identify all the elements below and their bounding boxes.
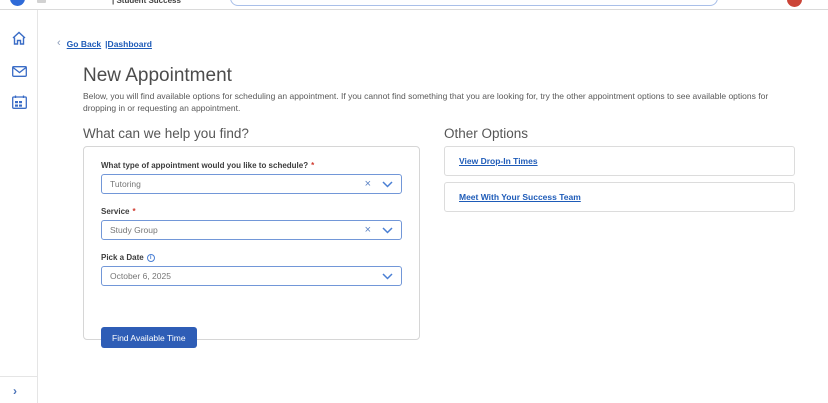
page-title: New Appointment — [83, 65, 232, 87]
chevron-down-icon[interactable] — [382, 227, 393, 234]
appointment-type-value: Tutoring — [110, 179, 365, 189]
date-value: October 6, 2025 — [110, 271, 382, 281]
required-marker: * — [311, 161, 314, 170]
home-icon — [11, 31, 27, 51]
required-marker: * — [132, 207, 135, 216]
breadcrumb: ‹ Go Back |Dashboard — [57, 38, 152, 49]
service-label: Service * — [101, 207, 402, 216]
dashboard-link[interactable]: |Dashboard — [105, 39, 152, 49]
clear-icon[interactable]: × — [365, 179, 371, 190]
mail-icon — [12, 64, 27, 82]
date-select[interactable]: October 6, 2025 — [101, 266, 402, 286]
topbar: | Student Success — [0, 0, 828, 10]
chevron-down-icon[interactable] — [382, 273, 393, 280]
chevron-down-icon[interactable] — [382, 181, 393, 188]
appointment-type-select[interactable]: Tutoring × — [101, 174, 402, 194]
other-options-heading: Other Options — [444, 126, 528, 141]
appointment-type-label: What type of appointment would you like … — [101, 161, 402, 170]
page-description: Below, you will find available options f… — [83, 90, 797, 114]
brand-label: | Student Success — [112, 0, 181, 5]
service-field: Service * Study Group × — [101, 207, 402, 240]
drop-in-times-card[interactable]: View Drop-In Times — [444, 146, 795, 176]
sidebar-item-messages[interactable] — [10, 64, 28, 82]
clear-icon[interactable]: × — [365, 225, 371, 236]
chevron-right-icon: › — [13, 385, 17, 397]
app-logo-icon[interactable] — [10, 0, 25, 6]
appointment-form-card: What type of appointment would you like … — [83, 146, 420, 340]
info-icon[interactable]: i — [147, 254, 155, 262]
find-available-time-button[interactable]: Find Available Time — [101, 327, 197, 348]
go-back-link[interactable]: Go Back — [67, 39, 102, 49]
date-label: Pick a Date i — [101, 253, 402, 262]
org-logo — [37, 0, 46, 3]
app-window: | Student Success — [0, 0, 828, 403]
date-field: Pick a Date i October 6, 2025 — [101, 253, 402, 286]
service-select[interactable]: Study Group × — [101, 220, 402, 240]
chevron-left-icon: ‹ — [57, 38, 61, 49]
sidebar-item-home[interactable] — [10, 32, 28, 50]
appointment-type-field: What type of appointment would you like … — [101, 161, 402, 194]
success-team-card[interactable]: Meet With Your Success Team — [444, 182, 795, 212]
avatar-badge[interactable] — [787, 0, 802, 7]
sidebar-expand-button[interactable]: › — [0, 376, 37, 403]
find-section-heading: What can we help you find? — [83, 126, 249, 141]
calendar-icon — [12, 95, 27, 114]
sidebar-item-calendar[interactable] — [10, 95, 28, 113]
global-search-input[interactable] — [230, 0, 718, 6]
meet-success-team-link[interactable]: Meet With Your Success Team — [459, 192, 581, 202]
view-drop-in-times-link[interactable]: View Drop-In Times — [459, 156, 538, 166]
sidebar: › — [0, 10, 38, 403]
service-value: Study Group — [110, 225, 365, 235]
